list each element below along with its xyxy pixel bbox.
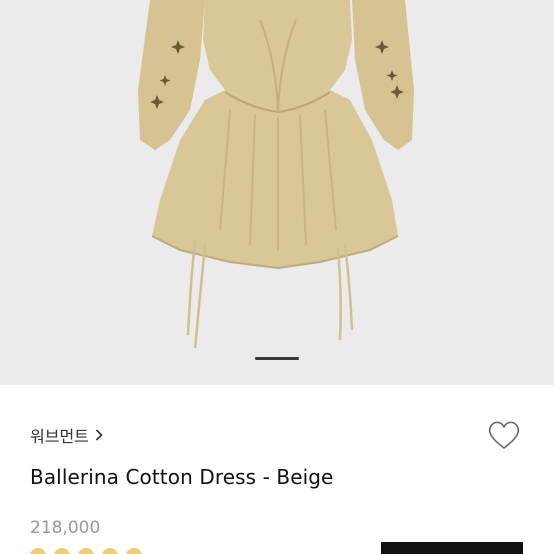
heart-outline-icon (488, 421, 520, 449)
buy-button[interactable] (381, 542, 523, 554)
brand-link[interactable]: 워브먼트 (30, 423, 103, 447)
star-icon (54, 548, 70, 554)
product-info-panel: 워브먼트 Ballerina Cotton Dress - Beige 218,… (0, 385, 554, 554)
product-name: Ballerina Cotton Dress - Beige (30, 465, 334, 489)
star-icon (30, 548, 46, 554)
star-icon (126, 548, 142, 554)
wishlist-button[interactable] (484, 415, 524, 455)
rating-stars (30, 548, 190, 554)
star-icon (78, 548, 94, 554)
dress-photo (138, 0, 414, 349)
star-icon (102, 548, 118, 554)
carousel-indicator (255, 357, 299, 360)
brand-label: 워브먼트 (30, 427, 89, 446)
product-image-carousel[interactable] (0, 0, 554, 385)
product-price: 218,000 (30, 518, 101, 538)
chevron-right-icon (95, 429, 103, 441)
